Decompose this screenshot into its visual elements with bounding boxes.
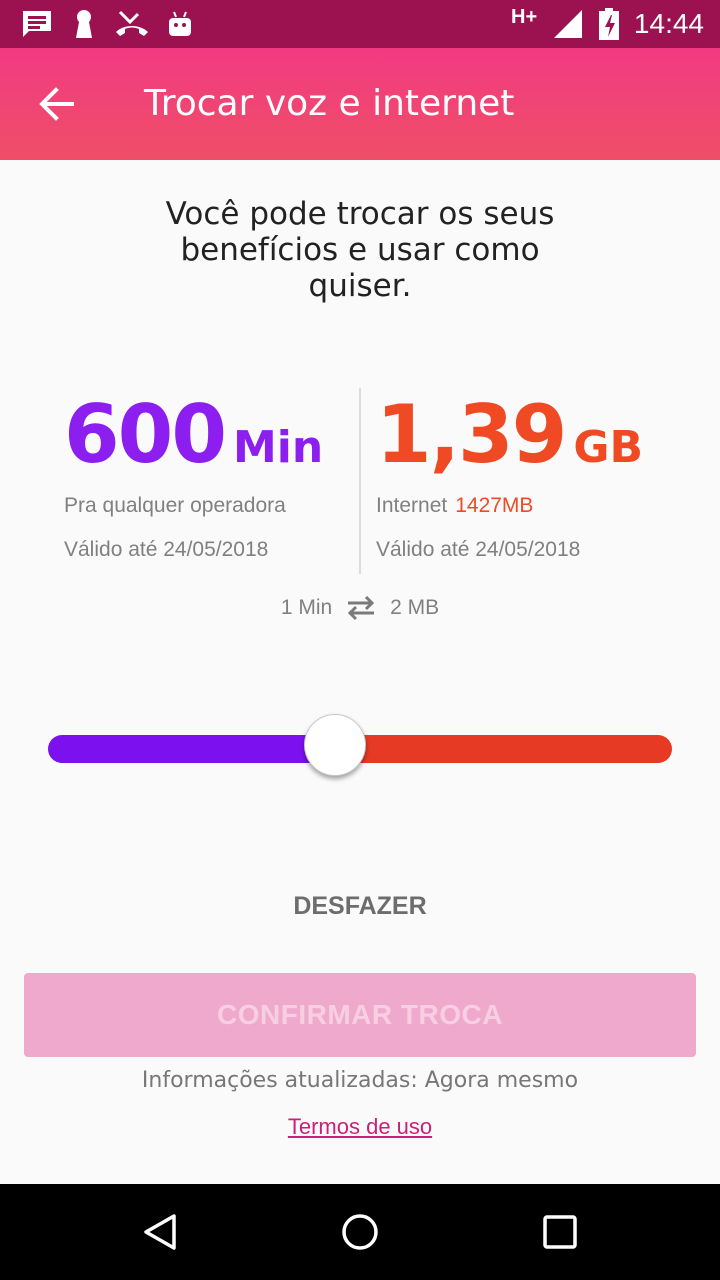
rate-minutes: 1 Min	[280, 596, 333, 619]
column-divider	[359, 388, 361, 574]
data-amount-row: 1,39 GB	[376, 390, 706, 480]
confirm-exchange-button[interactable]: CONFIRMAR TROCA	[24, 973, 696, 1057]
intro-text: Você pode trocar os seus benefícios e us…	[165, 196, 555, 304]
data-validity: Válido até 24/05/2018	[376, 538, 581, 561]
voice-amount-row: 600 Min	[64, 390, 394, 480]
slider-track-voice	[48, 735, 335, 763]
android-icon	[169, 11, 191, 36]
slider-track-data	[335, 735, 672, 763]
recents-nav-icon[interactable]	[540, 1212, 580, 1252]
swap-horizontal-icon	[348, 595, 375, 621]
page-title: Trocar voz e internet	[144, 83, 515, 124]
updated-info: Informações atualizadas: Agora mesmo	[141, 1068, 579, 1093]
missed-call-icon	[116, 10, 148, 36]
voice-unit: Min	[233, 422, 324, 473]
battery-charging-icon	[599, 8, 619, 40]
exchange-slider[interactable]	[48, 714, 672, 776]
slider-thumb[interactable]	[304, 714, 366, 776]
arrow-back-icon[interactable]	[36, 84, 76, 124]
navigation-bar	[0, 1184, 720, 1280]
message-icon	[23, 11, 51, 37]
home-nav-icon[interactable]	[340, 1212, 380, 1252]
status-bar: H+ 14:44	[0, 0, 720, 48]
back-nav-icon[interactable]	[140, 1212, 180, 1252]
rate-megabytes: 2 MB	[390, 596, 440, 619]
keyhole-icon	[76, 10, 92, 38]
data-amount: 1,39	[376, 388, 567, 481]
voice-validity: Válido até 24/05/2018	[64, 538, 269, 561]
data-description-row: Internet 1427MB	[376, 492, 706, 520]
terms-link[interactable]: Termos de uso	[0, 1114, 720, 1140]
data-balance: 1,39 GB Internet 1427MB Válido até 24/05/…	[376, 390, 706, 564]
voice-description: Pra qualquer operadora	[64, 494, 286, 517]
exchange-rate: 1 Min 2 MB	[0, 594, 720, 622]
signal-icon	[554, 10, 582, 38]
undo-button[interactable]: DESFAZER	[260, 880, 460, 932]
app-bar: Trocar voz e internet	[0, 48, 720, 160]
data-mb: 1427MB	[455, 494, 534, 517]
voice-balance: 600 Min Pra qualquer operadora Válido at…	[64, 390, 394, 564]
data-description: Internet	[376, 494, 448, 517]
data-unit: GB	[573, 422, 644, 473]
network-type: H+	[511, 6, 538, 28]
voice-amount: 600	[64, 388, 227, 481]
clock: 14:44	[633, 8, 704, 39]
